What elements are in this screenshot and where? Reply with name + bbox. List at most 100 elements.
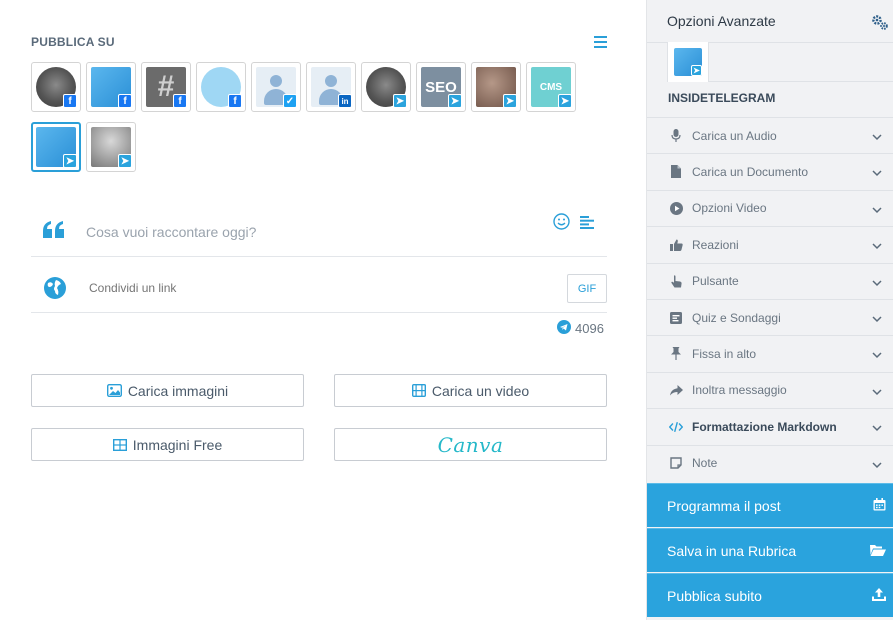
char-counter: 4096 [557,320,604,337]
quote-icon [43,221,65,244]
action-label: Pubblica subito [667,587,762,604]
gears-icon[interactable] [871,13,889,36]
account-telegram-9[interactable]: ➤ [471,62,521,112]
chevron-down-icon [872,458,882,472]
option-label: Pulsante [692,274,739,289]
note-icon [669,456,683,470]
option-carica-un-audio[interactable]: Carica un Audio [647,117,893,153]
chevron-down-icon [872,312,882,326]
account-avatar-label: SEO [425,78,457,96]
calendar-icon [873,498,886,514]
gif-button[interactable]: GIF [567,274,607,303]
chevron-down-icon [872,130,882,144]
option-formattazione-markdown[interactable]: Formattazione Markdown [647,408,893,445]
option-label: Fissa in alto [692,346,757,361]
link-input[interactable] [89,281,489,295]
play-icon [669,201,683,215]
option-carica-un-documento[interactable]: Carica un Documento [647,153,893,190]
option-reazioni[interactable]: Reazioni [647,226,893,263]
account-linkedin-6[interactable]: in [306,62,356,112]
text-align-icon[interactable] [580,216,594,234]
code-icon [669,420,683,434]
canva-button[interactable]: Canva [334,428,607,461]
account-avatar-label: CMS [539,81,563,93]
account-telegram-8[interactable]: SEO ➤ [416,62,466,112]
account-facebook-3[interactable]: # f [141,62,191,112]
microphone-icon [669,129,683,143]
poll-icon [669,311,683,325]
chevron-down-icon [872,385,882,399]
account-telegram-12[interactable]: ➤ [86,122,136,172]
option-label: Inoltra messaggio [692,383,787,398]
option-label: Carica un Documento [692,164,809,179]
post-composer: PUBBLICA SU f f # f f ✓ in ➤ SEO ➤ ➤ CMS ➤ ➤ ➤ Cosa vu… [0,0,893,620]
upload-video-button[interactable]: Carica un video [334,374,607,407]
linkedin-icon: in [338,94,352,108]
action-label: Programma il post [667,497,781,514]
account-facebook-1[interactable]: f [31,62,81,112]
image-icon [106,384,122,397]
action-programma-il-post-button[interactable]: Programma il post [647,483,893,527]
upload-icon [872,588,886,604]
facebook-icon: f [118,94,132,108]
chevron-down-icon [872,203,882,217]
channel-tab[interactable]: ➤ [667,42,709,82]
channel-name: INSIDETELEGRAM [668,91,776,105]
option-opzioni-video[interactable]: Opzioni Video [647,189,893,226]
action-salva-in-una-rubrica-button[interactable]: Salva in una Rubrica [647,528,893,572]
divider [31,256,607,257]
share-icon [669,383,683,397]
globe-icon [43,276,67,305]
film-icon [411,384,426,397]
emoji-icon[interactable] [553,213,570,235]
menu-icon[interactable] [594,36,607,48]
telegram-icon: ➤ [558,94,572,108]
upload-images-label: Carica immagini [127,382,229,399]
option-label: Opzioni Video [692,201,767,216]
telegram-icon: ➤ [393,94,407,108]
chevron-down-icon [872,239,882,253]
option-label: Note [692,456,718,471]
pin-icon [669,347,683,361]
account-telegram-7[interactable]: ➤ [361,62,411,112]
telegram-icon: ➤ [448,94,462,108]
upload-images-button[interactable]: Carica immagini [31,374,304,407]
option-label: Carica un Audio [692,128,777,143]
option-pulsante[interactable]: Pulsante [647,262,893,299]
chevron-down-icon [872,166,882,180]
option-label: Quiz e Sondaggi [692,310,781,325]
action-pubblica-subito-button[interactable]: Pubblica subito [647,573,893,617]
facebook-icon: f [63,94,77,108]
twitter-icon: ✓ [283,94,297,108]
post-text-input[interactable]: Cosa vuoi raccontare oggi? [86,224,256,240]
document-icon [669,165,683,179]
char-count-value: 4096 [575,321,604,336]
chevron-down-icon [872,276,882,290]
account-facebook-4[interactable]: f [196,62,246,112]
option-label: Formattazione Markdown [692,419,837,434]
action-label: Salva in una Rubrica [667,542,797,559]
free-images-button[interactable]: Immagini Free [31,428,304,461]
option-inoltra-messaggio[interactable]: Inoltra messaggio [647,371,893,408]
option-label: Reazioni [692,237,739,252]
chevron-down-icon [872,421,882,435]
account-telegram-11[interactable]: ➤ [31,122,81,172]
option-note[interactable]: Note [647,444,893,481]
advanced-options-panel: Opzioni Avanzate ➤ INSIDETELEGRAM Carica… [646,0,893,620]
option-fissa-in-alto[interactable]: Fissa in alto [647,335,893,372]
folder-open-icon [870,543,886,559]
facebook-icon: f [173,94,187,108]
account-twitter-5[interactable]: ✓ [251,62,301,112]
pointer-icon [669,274,683,288]
free-images-label: Immagini Free [132,436,223,453]
grid-icon [112,438,127,451]
advanced-options-title: Opzioni Avanzate [667,13,776,29]
telegram-icon [557,320,571,337]
account-telegram-10[interactable]: CMS ➤ [526,62,576,112]
divider [31,312,607,313]
option-quiz-e-sondaggi[interactable]: Quiz e Sondaggi [647,299,893,335]
account-avatar-label: # [157,70,175,103]
account-facebook-2[interactable]: f [86,62,136,112]
telegram-icon: ➤ [63,154,77,168]
telegram-icon: ➤ [503,94,517,108]
